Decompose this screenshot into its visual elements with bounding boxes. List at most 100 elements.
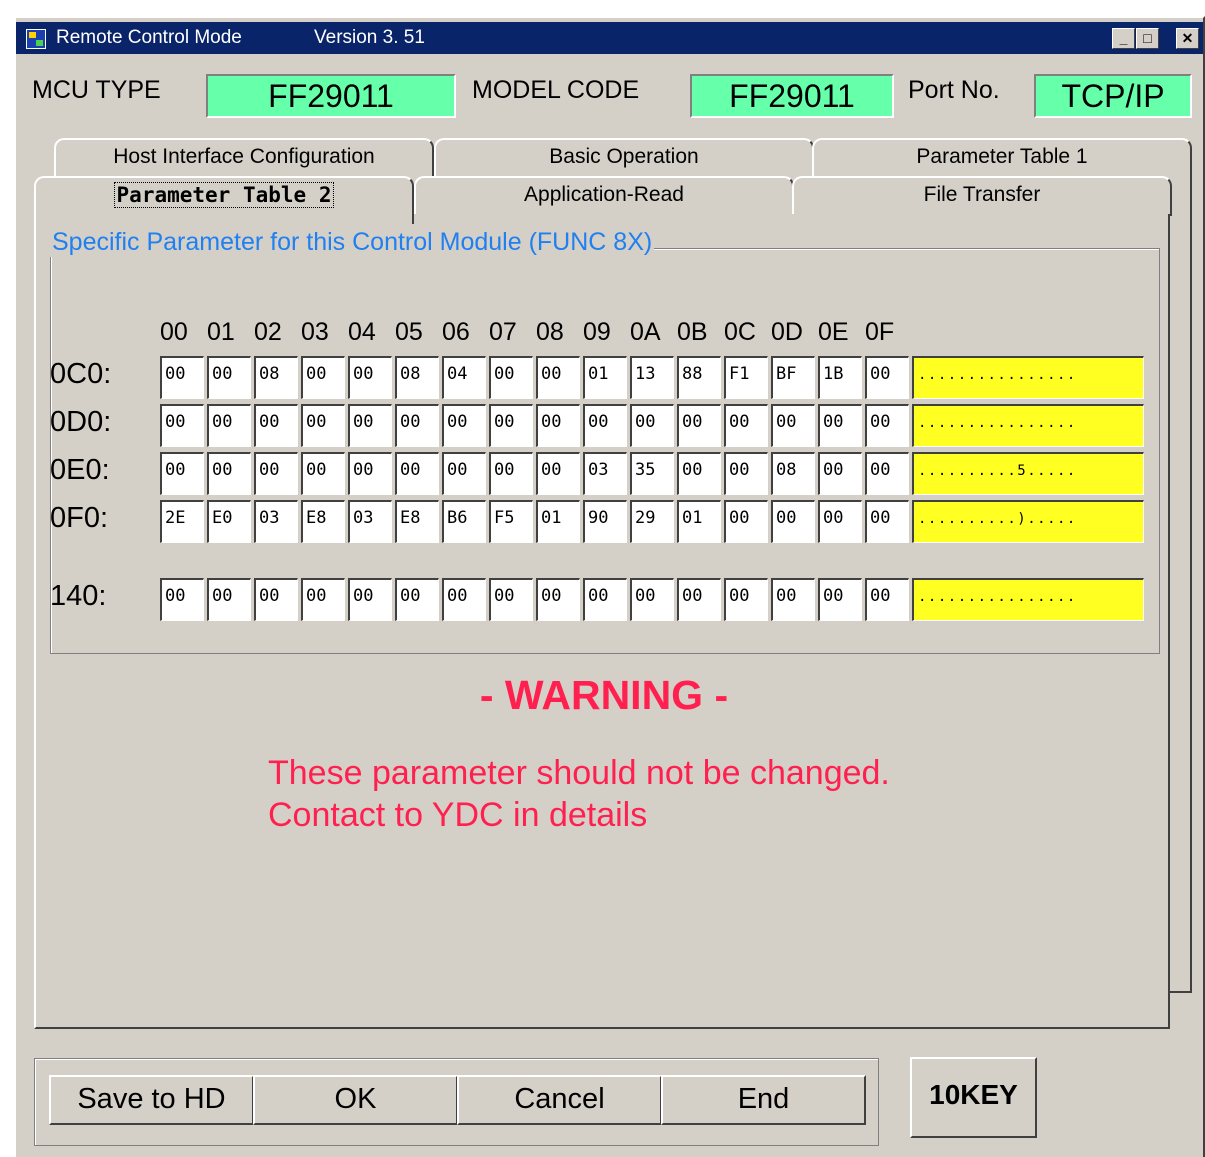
hex-cell-input[interactable]: 08 bbox=[395, 356, 439, 399]
hex-cell-input[interactable]: 03 bbox=[348, 500, 392, 543]
hex-cell-input[interactable]: 00 bbox=[724, 578, 768, 621]
hex-cell-input[interactable]: 00 bbox=[348, 452, 392, 495]
column-header: 04 bbox=[348, 318, 376, 346]
hex-cell-input[interactable]: F1 bbox=[724, 356, 768, 399]
hex-cell-input[interactable]: 00 bbox=[348, 356, 392, 399]
hex-cell-input[interactable]: 90 bbox=[583, 500, 627, 543]
hex-cell-input[interactable]: 00 bbox=[536, 452, 580, 495]
hex-cell-input[interactable]: 00 bbox=[442, 452, 486, 495]
tab-host-interface-configuration[interactable]: Host Interface Configuration bbox=[54, 138, 434, 178]
hex-cell-input[interactable]: 00 bbox=[489, 404, 533, 447]
hex-cell-input[interactable]: 00 bbox=[207, 452, 251, 495]
hex-cell-input[interactable]: 00 bbox=[254, 404, 298, 447]
tab-parameter-table-2[interactable]: Parameter Table 2 bbox=[34, 176, 414, 224]
hex-cell-input[interactable]: 00 bbox=[254, 452, 298, 495]
hex-cell-input[interactable]: 00 bbox=[442, 578, 486, 621]
hex-cell-input[interactable]: 00 bbox=[630, 578, 674, 621]
hex-cell-input[interactable]: 00 bbox=[818, 404, 862, 447]
hex-cell-input[interactable]: 00 bbox=[301, 356, 345, 399]
hex-cell-input[interactable]: BF bbox=[771, 356, 815, 399]
hex-cell-input[interactable]: E8 bbox=[301, 500, 345, 543]
hex-cell-input[interactable]: E0 bbox=[207, 500, 251, 543]
row-address-label: 0C0: bbox=[50, 358, 112, 390]
hex-cell-input[interactable]: 00 bbox=[771, 578, 815, 621]
hex-cell-input[interactable]: 08 bbox=[254, 356, 298, 399]
hex-cell-input[interactable]: 00 bbox=[818, 452, 862, 495]
hex-cell-input[interactable]: 2E bbox=[160, 500, 204, 543]
hex-cell-input[interactable]: 00 bbox=[818, 578, 862, 621]
hex-cell-input[interactable]: 00 bbox=[536, 578, 580, 621]
tab-file-transfer[interactable]: File Transfer bbox=[792, 176, 1172, 216]
minimize-button[interactable]: _ bbox=[1112, 28, 1135, 49]
hex-cell-input[interactable]: E8 bbox=[395, 500, 439, 543]
hex-cell-input[interactable]: 00 bbox=[536, 404, 580, 447]
hex-cell-input[interactable]: 01 bbox=[677, 500, 721, 543]
hex-cell-input[interactable]: 00 bbox=[301, 578, 345, 621]
hex-cell-input[interactable]: 00 bbox=[865, 452, 909, 495]
hex-cell-input[interactable]: 00 bbox=[865, 356, 909, 399]
hex-cell-input[interactable]: 00 bbox=[442, 404, 486, 447]
hex-cell-input[interactable]: B6 bbox=[442, 500, 486, 543]
end-button[interactable]: End bbox=[661, 1075, 866, 1125]
hex-cell-input[interactable]: 00 bbox=[583, 578, 627, 621]
hex-cell-input[interactable]: 00 bbox=[207, 404, 251, 447]
hex-cell-input[interactable]: 00 bbox=[677, 404, 721, 447]
hex-cell-input[interactable]: 00 bbox=[677, 452, 721, 495]
hex-cell-input[interactable]: 00 bbox=[348, 404, 392, 447]
hex-cell-input[interactable]: 00 bbox=[348, 578, 392, 621]
hex-cell-input[interactable]: 01 bbox=[536, 500, 580, 543]
tab-basic-operation[interactable]: Basic Operation bbox=[434, 138, 814, 178]
hex-cell-input[interactable]: 00 bbox=[724, 404, 768, 447]
hex-cell-input[interactable]: 01 bbox=[583, 356, 627, 399]
hex-cell-input[interactable]: 00 bbox=[489, 452, 533, 495]
hex-cell-input[interactable]: 00 bbox=[395, 578, 439, 621]
hex-cell-input[interactable]: 04 bbox=[442, 356, 486, 399]
hex-cell-input[interactable]: 00 bbox=[724, 452, 768, 495]
hex-cell-input[interactable]: 00 bbox=[536, 356, 580, 399]
hex-cell-input[interactable]: 00 bbox=[301, 404, 345, 447]
mcu-type-field: FF29011 bbox=[206, 74, 456, 118]
maximize-button[interactable]: □ bbox=[1136, 28, 1159, 49]
hex-cell-input[interactable]: 03 bbox=[583, 452, 627, 495]
hex-cell-input[interactable]: 00 bbox=[630, 404, 674, 447]
hex-cell-input[interactable]: 00 bbox=[865, 404, 909, 447]
hex-cell-input[interactable]: 13 bbox=[630, 356, 674, 399]
tab-application-read[interactable]: Application-Read bbox=[414, 176, 794, 216]
hex-cell-input[interactable]: 00 bbox=[489, 578, 533, 621]
hex-cell-input[interactable]: 00 bbox=[207, 356, 251, 399]
hex-cell-input[interactable]: 00 bbox=[160, 404, 204, 447]
save-to-hd-button[interactable]: Save to HD bbox=[49, 1075, 254, 1125]
hex-cell-input[interactable]: 1B bbox=[818, 356, 862, 399]
hex-cell-input[interactable]: 00 bbox=[207, 578, 251, 621]
ok-button[interactable]: OK bbox=[253, 1075, 458, 1125]
tab-parameter-table-2-label: Parameter Table 2 bbox=[113, 182, 335, 208]
hex-cell-input[interactable]: 88 bbox=[677, 356, 721, 399]
tab-parameter-table-1[interactable]: Parameter Table 1 bbox=[812, 138, 1192, 178]
title-bar[interactable]: Remote Control Mode Version 3. 51 _ □ ✕ bbox=[16, 22, 1203, 54]
cancel-button[interactable]: Cancel bbox=[457, 1075, 662, 1125]
tab-panel-back-edge bbox=[1170, 178, 1192, 993]
hex-cell-input[interactable]: 00 bbox=[301, 452, 345, 495]
hex-cell-input[interactable]: 00 bbox=[395, 404, 439, 447]
hex-cell-input[interactable]: 00 bbox=[160, 356, 204, 399]
hex-cell-input[interactable]: 00 bbox=[254, 578, 298, 621]
hex-cell-input[interactable]: 29 bbox=[630, 500, 674, 543]
hex-cell-input[interactable]: 00 bbox=[771, 500, 815, 543]
tenkey-button[interactable]: 10KEY bbox=[910, 1057, 1037, 1138]
hex-cell-input[interactable]: 35 bbox=[630, 452, 674, 495]
hex-cell-input[interactable]: 00 bbox=[865, 500, 909, 543]
hex-cell-input[interactable]: 00 bbox=[489, 356, 533, 399]
hex-cell-input[interactable]: 00 bbox=[583, 404, 627, 447]
hex-cell-input[interactable]: 03 bbox=[254, 500, 298, 543]
hex-cell-input[interactable]: 00 bbox=[771, 404, 815, 447]
hex-cell-input[interactable]: F5 bbox=[489, 500, 533, 543]
hex-cell-input[interactable]: 00 bbox=[865, 578, 909, 621]
close-button[interactable]: ✕ bbox=[1176, 28, 1199, 49]
hex-cell-input[interactable]: 00 bbox=[724, 500, 768, 543]
hex-cell-input[interactable]: 00 bbox=[818, 500, 862, 543]
hex-cell-input[interactable]: 08 bbox=[771, 452, 815, 495]
hex-cell-input[interactable]: 00 bbox=[160, 578, 204, 621]
hex-cell-input[interactable]: 00 bbox=[160, 452, 204, 495]
hex-cell-input[interactable]: 00 bbox=[395, 452, 439, 495]
hex-cell-input[interactable]: 00 bbox=[677, 578, 721, 621]
